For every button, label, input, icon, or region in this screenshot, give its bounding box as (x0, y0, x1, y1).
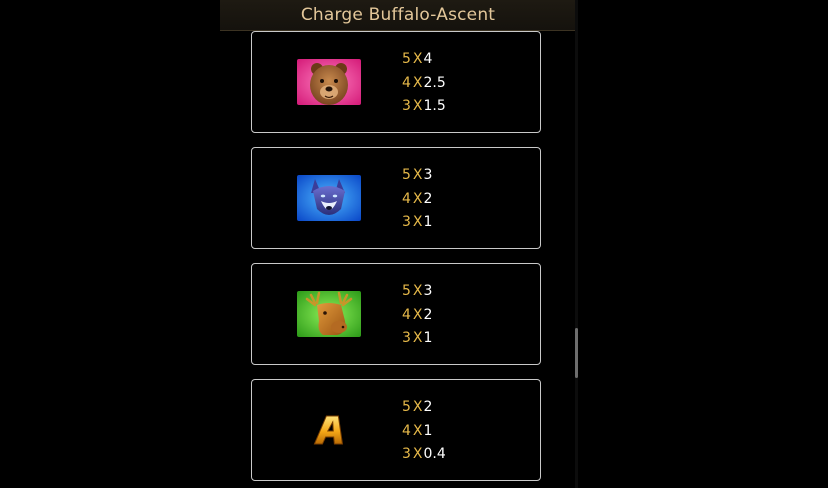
paytable-header: Charge Buffalo-Ascent (220, 0, 576, 31)
payout-row: 5 X4 (402, 48, 522, 72)
payout-multiplier: 2 (423, 306, 433, 323)
payout-row: 3 X1 (402, 211, 522, 235)
payout-multiplier: 4 (423, 51, 433, 67)
payout-row: 5 X3 (402, 280, 522, 304)
payout-row: 4 X2.5 (402, 72, 522, 96)
payout-multiplier: 1.5 (423, 98, 446, 114)
payout-row: 4 X2 (402, 188, 522, 212)
times-symbol: X (412, 98, 423, 114)
bear-icon (297, 59, 361, 105)
times-symbol: X (412, 167, 423, 183)
payout-multiplier: 2 (423, 190, 433, 207)
payout-row: 4 X2 (402, 304, 522, 328)
times-symbol: X (412, 446, 423, 462)
payout-list: 5 X2 4 X1 3 X0.4 (402, 396, 522, 467)
scrollbar-thumb[interactable] (575, 328, 578, 378)
payout-multiplier: 0.4 (423, 446, 446, 462)
match-count: 3 (402, 98, 411, 114)
match-count: 5 (402, 399, 411, 415)
match-count: 5 (402, 51, 411, 67)
page-title: Charge Buffalo-Ascent (300, 5, 496, 25)
payout-multiplier: 1 (423, 422, 433, 439)
match-count: 4 (402, 190, 411, 207)
scrollbar-track[interactable] (575, 0, 578, 488)
payout-list: 5 X4 4 X2.5 3 X1.5 (402, 48, 522, 119)
moose-icon (297, 291, 361, 337)
payout-row: 3 X1 (402, 327, 522, 351)
match-count: 5 (402, 283, 411, 299)
times-symbol: X (412, 422, 423, 439)
times-symbol: X (412, 190, 423, 207)
match-count: 3 (402, 446, 411, 462)
game-viewport: 5 X4 4 X2.5 3 X1.5 5 X3 4 X2 3 X1 5 X3 4… (0, 0, 828, 488)
payout-multiplier: 1 (423, 214, 433, 230)
match-count: 3 (402, 330, 411, 346)
times-symbol: X (412, 214, 423, 230)
payout-row: 3 X1.5 (402, 95, 522, 119)
times-symbol: X (412, 74, 423, 91)
match-count: 3 (402, 214, 411, 230)
payout-row: 5 X3 (402, 164, 522, 188)
match-count: 5 (402, 167, 411, 183)
payout-list: 5 X3 4 X2 3 X1 (402, 164, 522, 235)
times-symbol: X (412, 283, 423, 299)
times-symbol: X (412, 399, 423, 415)
times-symbol: X (412, 51, 423, 67)
wolf-icon (297, 175, 361, 221)
payout-row: 5 X2 (402, 396, 522, 420)
match-count: 4 (402, 422, 411, 439)
payout-multiplier: 3 (423, 167, 433, 183)
times-symbol: X (412, 306, 423, 323)
payout-row: 4 X1 (402, 420, 522, 444)
match-count: 4 (402, 306, 411, 323)
payout-multiplier: 2.5 (423, 74, 446, 91)
payout-multiplier: 3 (423, 283, 433, 299)
match-count: 4 (402, 74, 411, 91)
payout-list: 5 X3 4 X2 3 X1 (402, 280, 522, 351)
paytable-card-wolf: 5 X3 4 X2 3 X1 (251, 147, 541, 249)
payout-row: 3 X0.4 (402, 443, 522, 467)
payout-multiplier: 1 (423, 330, 433, 346)
paytable-panel[interactable]: 5 X4 4 X2.5 3 X1.5 5 X3 4 X2 3 X1 5 X3 4… (220, 0, 578, 488)
payout-multiplier: 2 (423, 399, 433, 415)
times-symbol: X (412, 330, 423, 346)
paytable-card-bear: 5 X4 4 X2.5 3 X1.5 (251, 31, 541, 133)
paytable-card-moose: 5 X3 4 X2 3 X1 (251, 263, 541, 365)
letter-a-icon (310, 410, 350, 450)
paytable-card-letter-a: 5 X2 4 X1 3 X0.4 (251, 379, 541, 481)
